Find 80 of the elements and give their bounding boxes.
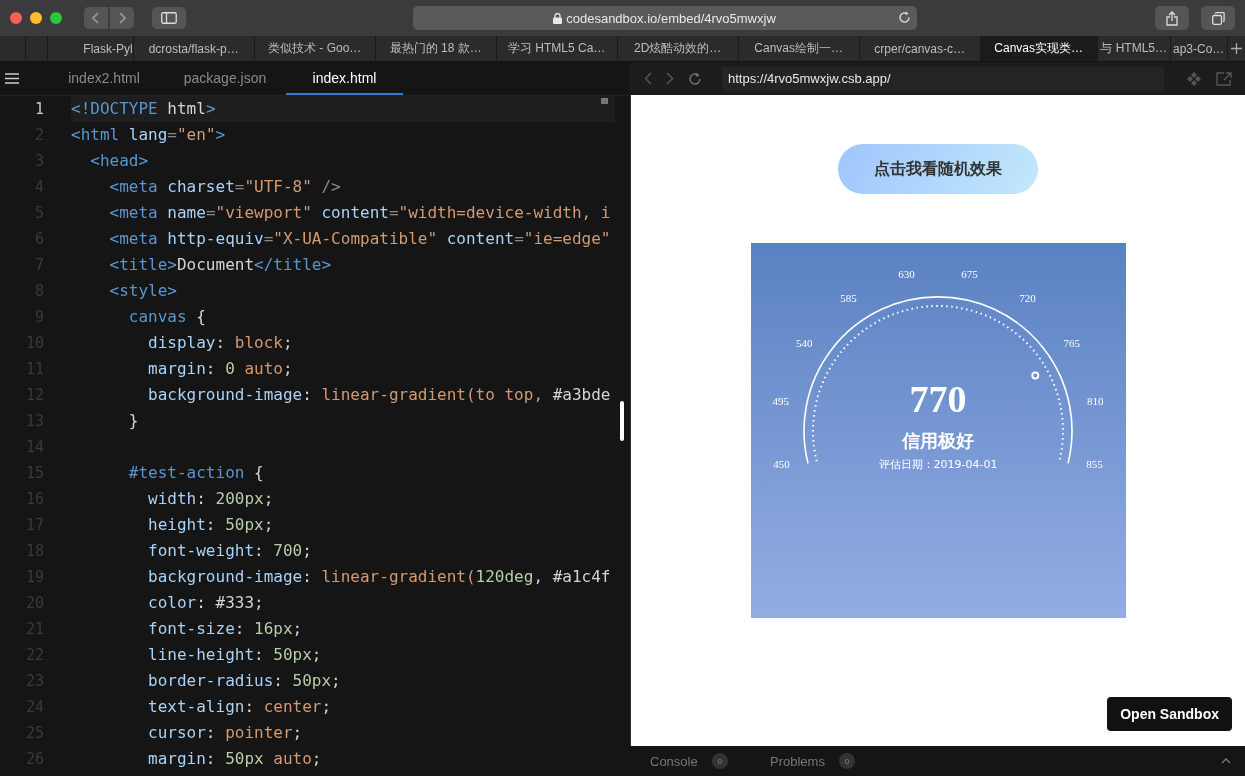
gauge-tick-label: 585 <box>839 292 857 305</box>
share-button[interactable] <box>1155 6 1189 30</box>
url-field[interactable]: https://4rvo5mwxjw.csb.app/ <box>722 66 1164 91</box>
minimize-window-button[interactable] <box>30 12 42 24</box>
file-tab[interactable]: package.json <box>164 62 286 95</box>
code-line: color: #333; <box>147 592 265 614</box>
address-text: codesandbox.io/embed/4rvo5mwxjw <box>566 10 776 26</box>
gauge-tick-label: 495 <box>772 395 789 408</box>
chevron-left-icon <box>92 12 100 24</box>
chevron-right-icon <box>118 12 126 24</box>
gauge-tick-label: 630 <box>897 268 915 281</box>
plus-icon[interactable] <box>1230 43 1242 54</box>
code-line: } <box>127 410 140 432</box>
browser-tab[interactable]: Flask-Pyl <box>47 36 134 61</box>
zoom-window-button[interactable] <box>50 12 62 24</box>
code-line: canvas { <box>127 306 207 328</box>
reload-icon[interactable] <box>688 71 702 86</box>
score-value: 770 <box>909 378 966 420</box>
code-line: <head> <box>89 150 150 172</box>
share-icon <box>1166 10 1178 26</box>
sidebar-icon <box>161 12 177 24</box>
minimap-marker <box>601 98 608 104</box>
code-line: cursor: pointer; <box>147 722 304 744</box>
panel-tab[interactable]: Problems 0 <box>770 753 890 769</box>
code-line: margin: 50px auto; <box>147 748 323 770</box>
code-line: background-image: linear-gradient(120deg, #a1c4f <box>147 566 612 588</box>
code-line: <meta http-equiv="X-UA-Compatible" content="ie=edge" <box>108 228 612 250</box>
lock-icon <box>553 12 563 24</box>
gauge-tick-label: 450 <box>772 458 790 471</box>
browser-tab[interactable]: 与 HTML5… <box>1097 36 1171 61</box>
overlapping-squares-icon <box>1211 11 1225 25</box>
count-badge: 0 <box>838 753 855 769</box>
code-line: width: 200px; <box>147 488 275 510</box>
gauge-tick-label: 540 <box>795 337 813 350</box>
code-line: font-size: 16px; <box>147 618 304 640</box>
code-line: height: 50px; <box>147 514 275 536</box>
gauge-tick-label: 810 <box>1086 395 1103 408</box>
line-number: 1 <box>33 100 45 118</box>
sidebar-button[interactable] <box>152 7 186 29</box>
browser-tab[interactable]: crper/canvas-c… <box>859 36 981 61</box>
code-line: border-radius: 50px; <box>147 670 342 692</box>
code-line: background-image: linear-gradient(to top, #a3bde <box>147 384 612 406</box>
back-button[interactable] <box>84 7 108 29</box>
code-line: <title>Document</title> <box>108 254 333 276</box>
scrollbar-thumb[interactable] <box>620 401 624 441</box>
browser-tab[interactable]: 2D炫酷动效的… <box>617 36 739 61</box>
file-tab[interactable]: index2.html <box>44 62 164 95</box>
evaluation-date: 评估日期：2019-04-01 <box>878 458 997 471</box>
browser-tab[interactable]: Canvas实现类… <box>980 36 1098 61</box>
browser-tab[interactable]: Canvas绘制一… <box>738 36 860 61</box>
external-window-icon[interactable] <box>1216 71 1232 86</box>
code-line: display: block; <box>147 332 294 354</box>
code-line: <style> <box>108 280 178 302</box>
code-line: text-align: center; <box>147 696 333 718</box>
open-sandbox-button[interactable]: Open Sandbox <box>1107 697 1232 731</box>
browser-tab[interactable]: 类似技术 - Goo… <box>254 36 376 61</box>
browser-tab[interactable]: 学习 HTML5 Ca… <box>496 36 618 61</box>
chevron-up-icon[interactable] <box>1221 758 1231 764</box>
code-line: <meta charset="UTF-8" /> <box>108 176 342 198</box>
menu-icon[interactable] <box>5 73 19 84</box>
browser-tab[interactable]: ap3-Co… <box>1170 36 1228 61</box>
random-effect-button[interactable]: 点击我看随机效果 <box>838 144 1038 194</box>
code-line: line-height: 50px; <box>147 644 323 666</box>
code-line: margin: 0 auto; <box>147 358 294 380</box>
browser-tab[interactable]: dcrosta/flask-p… <box>133 36 255 61</box>
grid-diamond-icon[interactable] <box>1186 70 1202 87</box>
code-line: <html lang="en"> <box>71 124 227 146</box>
address-bar[interactable]: codesandbox.io/embed/4rvo5mwxjw <box>412 6 917 30</box>
tab-overview-button[interactable] <box>1201 6 1235 30</box>
browser-tab[interactable]: 最热门的 18 款… <box>375 36 497 61</box>
gauge-tick-label: 765 <box>1062 337 1080 350</box>
gauge-tick-label: 855 <box>1085 458 1103 471</box>
forward-button[interactable] <box>110 7 134 29</box>
code-line: <meta name="viewport" content="width=device-width, i <box>108 202 612 224</box>
code-line: font-weight: 700; <box>147 540 313 562</box>
gauge-tick-label: 675 <box>960 268 978 281</box>
close-window-button[interactable] <box>10 12 22 24</box>
gauge-tick-label: 720 <box>1018 292 1036 305</box>
code-line: #test-action { <box>127 462 265 484</box>
rating-text: 信用极好 <box>901 430 974 451</box>
